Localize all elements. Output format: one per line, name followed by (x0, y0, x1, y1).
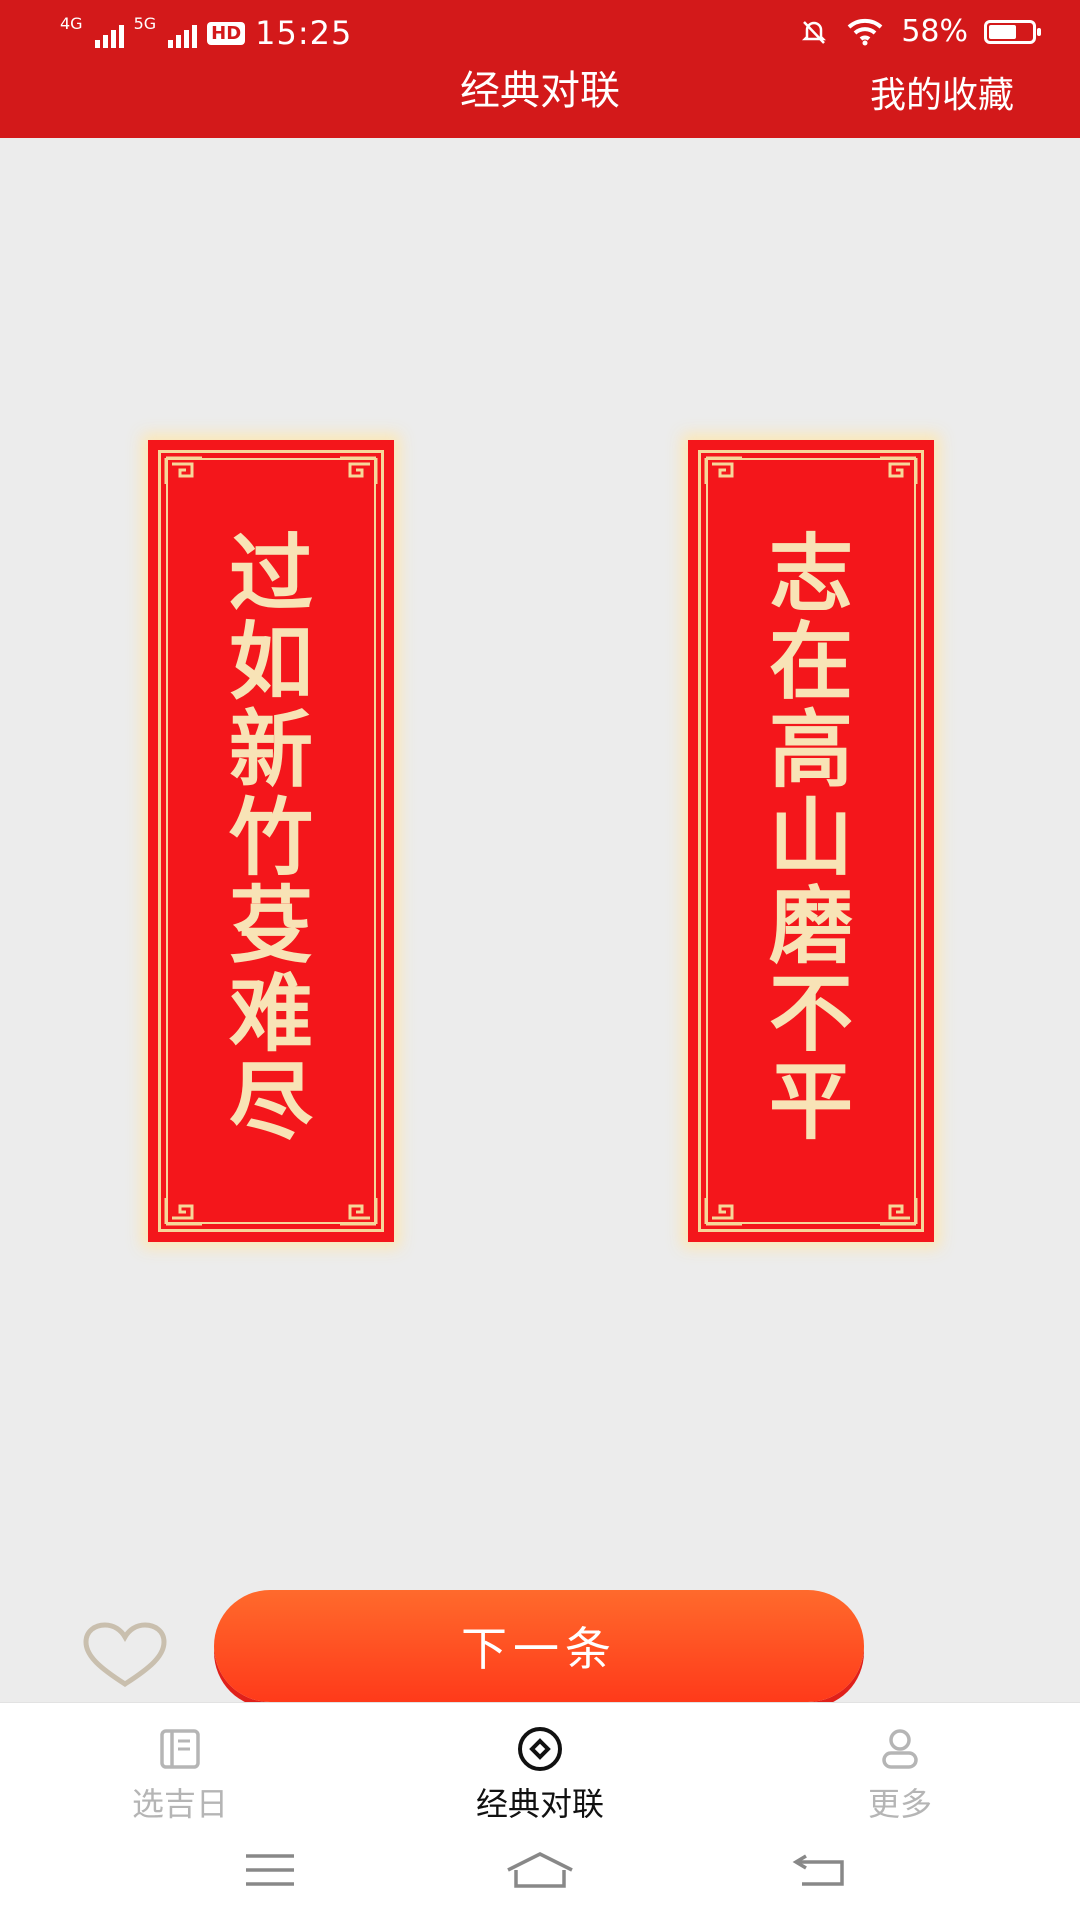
status-left: 4G 5G HD 15:25 (60, 14, 352, 52)
couplet-char: 志 (768, 525, 853, 623)
corner-ornament-icon (880, 456, 918, 484)
corner-ornament-icon (704, 1198, 742, 1226)
couplet-char: 芟 (228, 877, 313, 975)
system-nav-bar (0, 1820, 1080, 1920)
corner-ornament-icon (164, 1198, 202, 1226)
coin-icon (518, 1727, 562, 1771)
tab-choose-day[interactable]: 选吉日 (80, 1725, 280, 1825)
couplet-char: 磨 (768, 877, 853, 975)
signal-icon (94, 18, 124, 48)
tab-label: 选吉日 (131, 1785, 228, 1823)
corner-ornament-icon (340, 1198, 378, 1226)
tab-couplets[interactable]: 经典对联 (440, 1725, 640, 1825)
corner-ornament-icon (880, 1198, 918, 1226)
couplet-char: 难 (228, 965, 313, 1063)
left-couplet: 过 如 新 竹 芟 难 尽 (148, 440, 394, 1242)
couplet-char: 竹 (228, 789, 313, 887)
back-icon[interactable] (792, 1848, 852, 1892)
network-label-1: 4G (60, 14, 83, 33)
couplet-text-right: 志 在 高 山 磨 不 平 (688, 530, 934, 1146)
wifi-icon (847, 18, 883, 45)
top-bar: 4G 5G HD 15:25 58% 经典对联 我的收藏 (0, 0, 1080, 138)
calendar-book-icon (160, 1729, 200, 1769)
user-icon (882, 1729, 918, 1769)
status-right: 58% (799, 14, 1041, 49)
battery-percent: 58% (901, 14, 968, 49)
couplet-char: 不 (768, 965, 853, 1063)
couplet-char: 过 (228, 525, 313, 623)
mute-icon (802, 20, 827, 44)
tab-label: 更多 (867, 1785, 932, 1823)
couplet-char: 山 (768, 789, 853, 887)
battery-icon (984, 19, 1041, 44)
couplet-char: 新 (228, 701, 313, 799)
menu-icon[interactable] (240, 1848, 300, 1892)
bottom-tab-bar: 选吉日 经典对联 更多 (0, 1702, 1080, 1823)
couplet-char: 尽 (228, 1053, 313, 1151)
home-icon[interactable] (504, 1848, 576, 1892)
network-label-2: 5G (133, 14, 157, 33)
hd-icon: HD (207, 21, 246, 45)
couplet-text-left: 过 如 新 竹 芟 难 尽 (148, 530, 394, 1146)
corner-ornament-icon (340, 456, 378, 484)
my-favorites-link[interactable]: 我的收藏 (870, 66, 1014, 118)
tab-more[interactable]: 更多 (800, 1725, 1000, 1825)
couplet-char: 平 (768, 1053, 853, 1151)
next-button[interactable]: 下一条 (214, 1590, 864, 1702)
corner-ornament-icon (164, 456, 202, 484)
couplet-char: 高 (768, 701, 853, 799)
heart-icon[interactable] (80, 1620, 170, 1690)
right-couplet: 志 在 高 山 磨 不 平 (688, 440, 934, 1242)
corner-ornament-icon (704, 456, 742, 484)
tab-label: 经典对联 (475, 1785, 604, 1823)
signal-icon (168, 18, 198, 48)
couplet-char: 如 (228, 613, 313, 711)
couplet-char: 在 (768, 613, 853, 711)
clock: 15:25 (255, 14, 353, 52)
